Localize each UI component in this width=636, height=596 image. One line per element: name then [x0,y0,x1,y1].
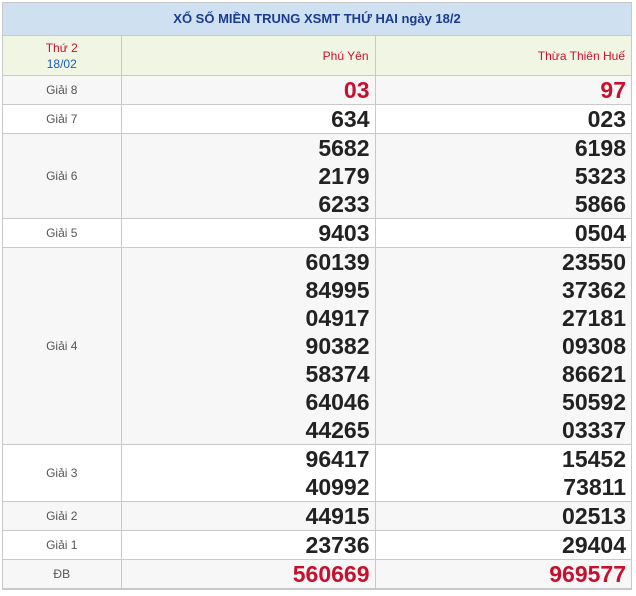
winning-number: 634 [331,106,370,132]
thua-thien-hue-numbers: 97 [374,75,631,105]
winning-number: 9403 [318,220,370,246]
winning-number: 64046 [305,389,370,415]
winning-number: 96417 [305,446,370,472]
thua-thien-hue-numbers: 23550 37362 27181 09308 86621 50592 03337 [374,247,631,445]
prize-row: Giải 7 634 023 [3,104,631,134]
prize-label: Giải 4 [3,247,122,445]
winning-number: 03 [343,77,370,103]
phu-yen-numbers: 9403 [120,218,376,248]
phu-yen-numbers: 96417 40992 [120,444,376,502]
winning-number: 23550 [562,249,626,275]
winning-number: 023 [587,106,626,132]
prize-row: Giải 4 60139 84995 04917 90382 58374 64046 4426… [3,247,631,445]
prize-label: Giải 7 [3,104,122,134]
phu-yen-numbers: 5682 2179 6233 [120,133,376,219]
prize-label: Giải 6 [3,133,122,219]
winning-number: 90382 [305,333,370,359]
prize-label: ĐB [3,559,122,589]
winning-number: 5323 [574,163,626,189]
phu-yen-numbers: 44915 [120,501,376,531]
phu-yen-numbers: 03 [120,75,376,105]
winning-number: 84995 [305,277,370,303]
thua-thien-hue-numbers: 023 [374,104,631,134]
prize-label: Giải 3 [3,444,122,502]
winning-number: 23736 [305,532,370,558]
thua-thien-hue-numbers: 29404 [374,530,631,560]
province-thua-thien-hue[interactable]: Thừa Thiên Huế [374,36,631,76]
prize-row: Giải 6 5682 2179 6233 6198 5323 5866 [3,133,631,219]
province-phu-yen[interactable]: Phú Yên [120,36,376,76]
winning-number: 44265 [305,417,370,443]
date-cell: Thứ 2 18/02 [3,36,122,76]
header-row: Thứ 2 18/02 Phú Yên Thừa Thiên Huế [3,36,631,76]
prize-row: Giải 1 23736 29404 [3,530,631,560]
prize-row: ĐB 560669 969577 [3,559,631,589]
winning-number: 6198 [574,135,626,161]
winning-number: 29404 [562,532,626,558]
winning-number: 0504 [574,220,626,246]
results-grid: Thứ 2 18/02 Phú Yên Thừa Thiên Huế Giải … [3,36,631,589]
thua-thien-hue-numbers: 6198 5323 5866 [374,133,631,219]
winning-number: 60139 [305,249,370,275]
prize-row: Giải 3 96417 40992 15452 73811 [3,444,631,502]
prize-label: Giải 1 [3,530,122,560]
winning-number: 5682 [318,135,370,161]
winning-number: 44915 [305,503,370,529]
winning-number: 40992 [305,474,370,500]
thua-thien-hue-numbers: 0504 [374,218,631,248]
prize-label: Giải 2 [3,501,122,531]
winning-number: 2179 [318,163,370,189]
prize-row: Giải 5 9403 0504 [3,218,631,248]
winning-number: 73811 [563,474,626,500]
winning-number: 5866 [574,191,626,217]
winning-number: 86621 [562,361,626,387]
winning-number: 03337 [562,417,626,443]
draw-date: 18/02 [46,56,77,71]
prize-row: Giải 2 44915 02513 [3,501,631,531]
winning-number: 09308 [562,333,626,359]
winning-number: 27181 [562,305,626,331]
thua-thien-hue-numbers: 02513 [374,501,631,531]
winning-number: 6233 [318,191,370,217]
phu-yen-numbers: 560669 [120,559,376,589]
phu-yen-numbers: 60139 84995 04917 90382 58374 64046 44265 [120,247,376,445]
winning-number: 58374 [305,361,370,387]
winning-number: 50592 [562,389,626,415]
weekday-label: Thứ 2 [45,40,78,55]
lottery-results-table: XỔ SỐ MIỀN TRUNG XSMT THỨ HAI ngày 18/2 … [2,2,632,590]
results-title: XỔ SỐ MIỀN TRUNG XSMT THỨ HAI ngày 18/2 [3,3,631,36]
prize-row: Giải 8 03 97 [3,75,631,105]
prize-label: Giải 8 [3,75,122,105]
prize-label: Giải 5 [3,218,122,248]
thua-thien-hue-numbers: 15452 73811 [374,444,631,502]
winning-number: 15452 [562,446,626,472]
winning-number: 560669 [292,561,370,587]
phu-yen-numbers: 23736 [120,530,376,560]
winning-number: 969577 [549,561,626,587]
phu-yen-numbers: 634 [120,104,376,134]
winning-number: 37362 [562,277,626,303]
winning-number: 02513 [562,503,626,529]
thua-thien-hue-numbers: 969577 [374,559,631,589]
winning-number: 04917 [305,305,370,331]
winning-number: 97 [600,77,626,103]
